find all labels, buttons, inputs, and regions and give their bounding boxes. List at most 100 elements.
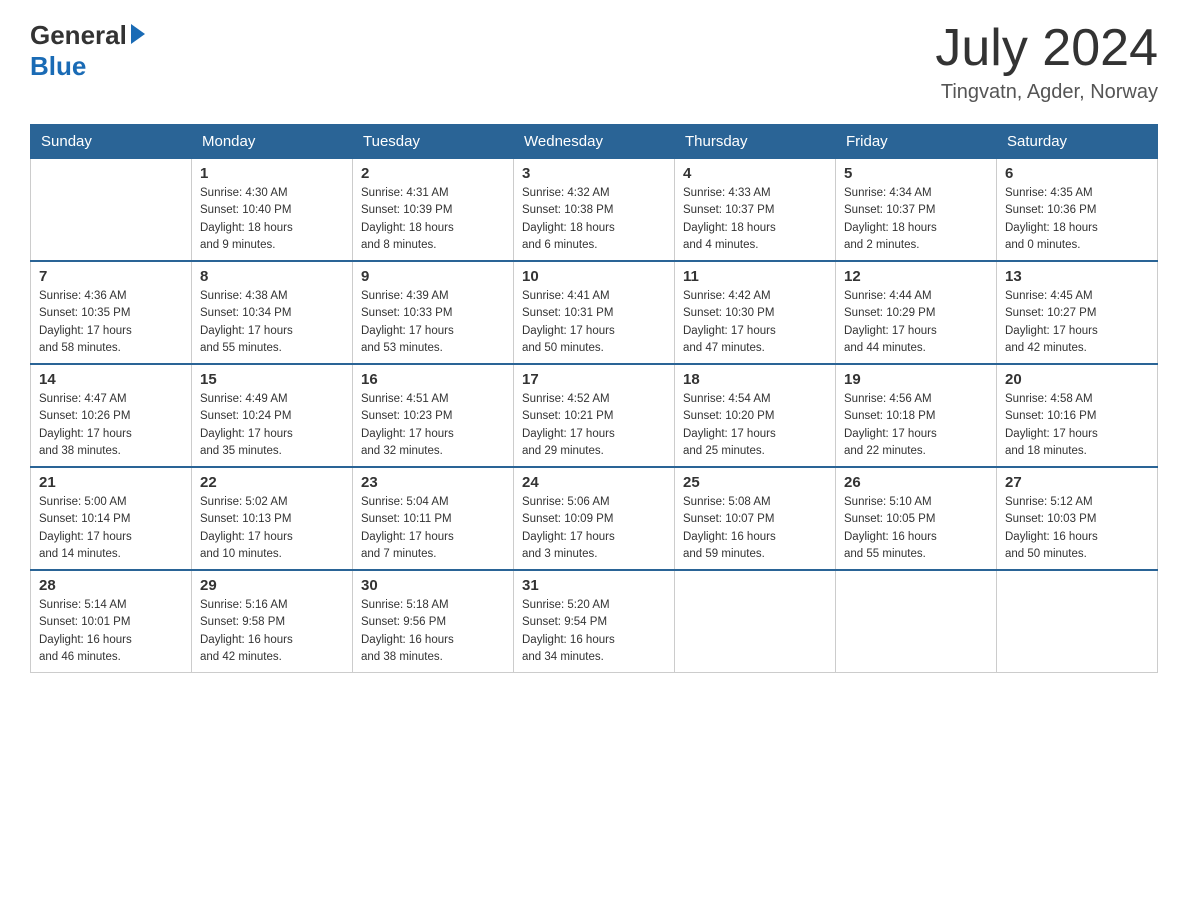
calendar-cell: 3 Sunrise: 4:32 AMSunset: 10:38 PMDayligh… — [514, 159, 675, 262]
day-info: Sunrise: 4:32 AMSunset: 10:38 PMDaylight… — [522, 185, 666, 254]
day-info: Sunrise: 4:47 AMSunset: 10:26 PMDaylight… — [39, 391, 183, 460]
calendar-cell: 31 Sunrise: 5:20 AMSunset: 9:54 PMDayligh… — [514, 570, 675, 673]
day-info: Sunrise: 4:42 AMSunset: 10:30 PMDaylight… — [683, 288, 827, 357]
day-number: 27 — [1005, 474, 1149, 491]
calendar-cell: 6Sunrise: 4:35 AMSunset: 10:36 PMDayligh… — [997, 159, 1158, 262]
day-number: 7 — [39, 268, 183, 285]
day-info: Sunrise: 4:35 AMSunset: 10:36 PMDaylight… — [1005, 185, 1149, 254]
day-info: Sunrise: 5:14 AMSunset: 10:01 PMDaylight… — [39, 597, 183, 666]
calendar-cell: 25 Sunrise: 5:08 AMSunset: 10:07 PMDaylig… — [675, 467, 836, 570]
calendar-cell: 1 Sunrise: 4:30 AMSunset: 10:40 PMDayligh… — [192, 159, 353, 262]
title-block: July 2024 Tingvatn, Agder, Norway — [935, 20, 1158, 104]
day-number: 22 — [200, 474, 344, 491]
weekday-header-wednesday: Wednesday — [514, 125, 675, 159]
calendar-cell: 19 Sunrise: 4:56 AMSunset: 10:18 PMDaylig… — [836, 364, 997, 467]
calendar-cell — [31, 159, 192, 262]
day-info: Sunrise: 5:00 AMSunset: 10:14 PMDaylight… — [39, 494, 183, 563]
day-info: Sunrise: 4:41 AMSunset: 10:31 PMDaylight… — [522, 288, 666, 357]
day-info: Sunrise: 4:39 AMSunset: 10:33 PMDaylight… — [361, 288, 505, 357]
day-number: 10 — [522, 268, 666, 285]
day-info: Sunrise: 4:34 AMSunset: 10:37 PMDaylight… — [844, 185, 988, 254]
day-info: Sunrise: 4:52 AMSunset: 10:21 PMDaylight… — [522, 391, 666, 460]
calendar-cell: 21 Sunrise: 5:00 AMSunset: 10:14 PMDaylig… — [31, 467, 192, 570]
calendar-week-row: 7Sunrise: 4:36 AMSunset: 10:35 PMDayligh… — [31, 261, 1158, 364]
day-info: Sunrise: 4:45 AMSunset: 10:27 PMDaylight… — [1005, 288, 1149, 357]
day-number: 26 — [844, 474, 988, 491]
calendar-header-row: SundayMondayTuesdayWednesdayThursdayFrid… — [31, 125, 1158, 159]
day-number: 30 — [361, 577, 505, 594]
calendar-cell: 8 Sunrise: 4:38 AMSunset: 10:34 PMDayligh… — [192, 261, 353, 364]
weekday-header-sunday: Sunday — [31, 125, 192, 159]
day-info: Sunrise: 4:30 AMSunset: 10:40 PMDaylight… — [200, 185, 344, 254]
calendar-cell — [997, 570, 1158, 673]
calendar-cell: 16 Sunrise: 4:51 AMSunset: 10:23 PMDaylig… — [353, 364, 514, 467]
calendar-cell: 29Sunrise: 5:16 AMSunset: 9:58 PMDayligh… — [192, 570, 353, 673]
calendar-week-row: 1 Sunrise: 4:30 AMSunset: 10:40 PMDayligh… — [31, 159, 1158, 262]
calendar-cell: 15 Sunrise: 4:49 AMSunset: 10:24 PMDaylig… — [192, 364, 353, 467]
day-number: 19 — [844, 371, 988, 388]
day-info: Sunrise: 4:56 AMSunset: 10:18 PMDaylight… — [844, 391, 988, 460]
calendar-cell: 14 Sunrise: 4:47 AMSunset: 10:26 PMDaylig… — [31, 364, 192, 467]
calendar-cell: 7Sunrise: 4:36 AMSunset: 10:35 PMDayligh… — [31, 261, 192, 364]
day-info: Sunrise: 5:20 AMSunset: 9:54 PMDaylight:… — [522, 597, 666, 666]
day-number: 31 — [522, 577, 666, 594]
calendar-week-row: 14 Sunrise: 4:47 AMSunset: 10:26 PMDaylig… — [31, 364, 1158, 467]
weekday-header-thursday: Thursday — [675, 125, 836, 159]
logo: General Blue — [30, 20, 145, 82]
day-number: 13 — [1005, 268, 1149, 285]
day-number: 2 — [361, 165, 505, 182]
calendar-cell: 30Sunrise: 5:18 AMSunset: 9:56 PMDayligh… — [353, 570, 514, 673]
day-info: Sunrise: 4:49 AMSunset: 10:24 PMDaylight… — [200, 391, 344, 460]
calendar-cell: 2 Sunrise: 4:31 AMSunset: 10:39 PMDayligh… — [353, 159, 514, 262]
location: Tingvatn, Agder, Norway — [935, 81, 1158, 104]
calendar-table: SundayMondayTuesdayWednesdayThursdayFrid… — [30, 124, 1158, 673]
calendar-cell: 10 Sunrise: 4:41 AMSunset: 10:31 PMDaylig… — [514, 261, 675, 364]
logo-general-text: General — [30, 20, 127, 51]
day-info: Sunrise: 4:54 AMSunset: 10:20 PMDaylight… — [683, 391, 827, 460]
calendar-cell: 4 Sunrise: 4:33 AMSunset: 10:37 PMDayligh… — [675, 159, 836, 262]
day-number: 9 — [361, 268, 505, 285]
day-number: 12 — [844, 268, 988, 285]
day-number: 14 — [39, 371, 183, 388]
calendar-cell: 5 Sunrise: 4:34 AMSunset: 10:37 PMDayligh… — [836, 159, 997, 262]
day-number: 21 — [39, 474, 183, 491]
day-info: Sunrise: 4:31 AMSunset: 10:39 PMDaylight… — [361, 185, 505, 254]
day-number: 16 — [361, 371, 505, 388]
day-number: 15 — [200, 371, 344, 388]
day-number: 4 — [683, 165, 827, 182]
day-number: 3 — [522, 165, 666, 182]
weekday-header-tuesday: Tuesday — [353, 125, 514, 159]
day-info: Sunrise: 5:10 AMSunset: 10:05 PMDaylight… — [844, 494, 988, 563]
calendar-week-row: 28 Sunrise: 5:14 AMSunset: 10:01 PMDaylig… — [31, 570, 1158, 673]
day-info: Sunrise: 5:12 AMSunset: 10:03 PMDaylight… — [1005, 494, 1149, 563]
calendar-cell — [836, 570, 997, 673]
day-number: 1 — [200, 165, 344, 182]
day-info: Sunrise: 5:08 AMSunset: 10:07 PMDaylight… — [683, 494, 827, 563]
calendar-cell: 20Sunrise: 4:58 AMSunset: 10:16 PMDaylig… — [997, 364, 1158, 467]
day-number: 23 — [361, 474, 505, 491]
weekday-header-saturday: Saturday — [997, 125, 1158, 159]
day-number: 25 — [683, 474, 827, 491]
day-number: 8 — [200, 268, 344, 285]
calendar-cell: 23Sunrise: 5:04 AMSunset: 10:11 PMDaylig… — [353, 467, 514, 570]
day-info: Sunrise: 4:38 AMSunset: 10:34 PMDaylight… — [200, 288, 344, 357]
calendar-cell — [675, 570, 836, 673]
calendar-cell: 27 Sunrise: 5:12 AMSunset: 10:03 PMDaylig… — [997, 467, 1158, 570]
logo-arrow-icon — [131, 24, 145, 44]
day-info: Sunrise: 4:33 AMSunset: 10:37 PMDaylight… — [683, 185, 827, 254]
day-info: Sunrise: 4:44 AMSunset: 10:29 PMDaylight… — [844, 288, 988, 357]
calendar-cell: 24Sunrise: 5:06 AMSunset: 10:09 PMDaylig… — [514, 467, 675, 570]
calendar-cell: 12 Sunrise: 4:44 AMSunset: 10:29 PMDaylig… — [836, 261, 997, 364]
calendar-cell: 22Sunrise: 5:02 AMSunset: 10:13 PMDaylig… — [192, 467, 353, 570]
day-number: 17 — [522, 371, 666, 388]
day-number: 28 — [39, 577, 183, 594]
day-number: 5 — [844, 165, 988, 182]
calendar-cell: 18 Sunrise: 4:54 AMSunset: 10:20 PMDaylig… — [675, 364, 836, 467]
day-number: 18 — [683, 371, 827, 388]
weekday-header-monday: Monday — [192, 125, 353, 159]
calendar-cell: 28 Sunrise: 5:14 AMSunset: 10:01 PMDaylig… — [31, 570, 192, 673]
day-number: 24 — [522, 474, 666, 491]
day-number: 11 — [683, 268, 827, 285]
calendar-cell: 26 Sunrise: 5:10 AMSunset: 10:05 PMDaylig… — [836, 467, 997, 570]
day-info: Sunrise: 4:51 AMSunset: 10:23 PMDaylight… — [361, 391, 505, 460]
